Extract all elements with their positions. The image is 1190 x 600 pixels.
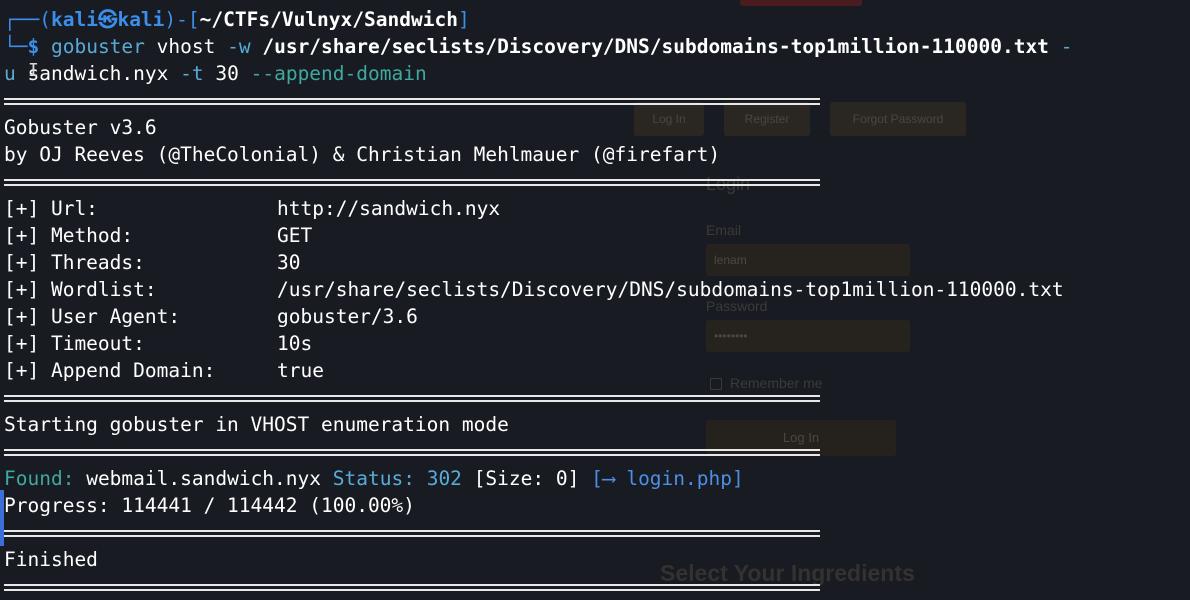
- separator-rule: [4, 98, 820, 105]
- prompt-user: kali: [50, 8, 98, 31]
- text-cursor-icon: I: [28, 60, 39, 81]
- command-wordlist: /usr/share/seclists/Discovery/DNS/subdom…: [262, 35, 1049, 58]
- separator-rule: [4, 395, 820, 402]
- prompt-at-symbol: ㉿: [97, 8, 118, 31]
- config-line-user-agent: [+] User Agent: gobuster/3.6: [4, 303, 418, 330]
- command-line: └─$ gobuster vhost -w /usr/share/seclist…: [4, 33, 1072, 60]
- terminal-output[interactable]: ┌──(kali㉿kali)-[~/CTFs/Vulnyx/Sandwich] …: [0, 0, 1190, 600]
- size-value: [Size: 0]: [473, 467, 580, 490]
- config-value: http://sandwich.nyx: [277, 197, 501, 220]
- config-value: 30: [277, 251, 301, 274]
- command-dash-wrap: -: [1060, 35, 1073, 58]
- status-code: 302: [426, 467, 462, 490]
- command-u-wrap: u: [4, 62, 16, 85]
- screen: Log In Register Forgot Password Login Em…: [0, 0, 1190, 600]
- separator-rule: [4, 449, 820, 456]
- prompt-bracket-open: )-[: [164, 8, 200, 31]
- command-append-domain: --append-domain: [250, 62, 427, 85]
- separator-rule: [4, 179, 820, 186]
- config-value: gobuster/3.6: [277, 305, 418, 328]
- config-line-wordlist: [+] Wordlist: /usr/share/seclists/Discove…: [4, 276, 1064, 303]
- command-flag-w: -w: [227, 35, 251, 58]
- command-url: sandwich.nyx: [27, 62, 169, 85]
- config-key: [+] Append Domain:: [4, 359, 216, 382]
- command-program: gobuster: [50, 35, 145, 58]
- found-host: webmail.sandwich.nyx: [86, 467, 322, 490]
- config-value: true: [277, 359, 324, 382]
- redirect-target: [⟶ login.php]: [591, 467, 744, 490]
- banner-version: Gobuster v3.6: [4, 116, 157, 139]
- prompt-dollar: $: [27, 35, 40, 58]
- config-key: [+] User Agent:: [4, 305, 181, 328]
- found-label: Found:: [4, 467, 75, 490]
- separator-rule: [4, 530, 820, 537]
- config-line-method: [+] Method: GET: [4, 222, 312, 249]
- progress-line: Progress: 114441 / 114442 (100.00%): [4, 494, 415, 517]
- config-key: [+] Threads:: [4, 251, 145, 274]
- prompt-corner-bottom: └─: [4, 35, 28, 58]
- config-key: [+] Url:: [4, 197, 98, 220]
- config-value: /usr/share/seclists/Discovery/DNS/subdom…: [277, 278, 1064, 301]
- prompt-bracket-close: ]: [457, 8, 470, 31]
- found-result-line: Found: webmail.sandwich.nyx Status: 302 …: [4, 465, 744, 492]
- banner-author: by OJ Reeves (@TheColonial) & Christian …: [4, 143, 721, 166]
- prompt-host: kali: [117, 8, 165, 31]
- status-label: Status:: [332, 467, 415, 490]
- config-value: GET: [277, 224, 313, 247]
- command-threads: 30: [215, 62, 239, 85]
- config-key: [+] Timeout:: [4, 332, 145, 355]
- config-line-threads: [+] Threads: 30: [4, 249, 300, 276]
- config-key: [+] Wordlist:: [4, 278, 157, 301]
- config-line-url: [+] Url: http://sandwich.nyx: [4, 195, 500, 222]
- finished-message: Finished: [4, 548, 98, 571]
- command-line-continued: u sandwich.nyx -t 30 --append-domain: [4, 60, 427, 87]
- config-line-append-domain: [+] Append Domain: true: [4, 357, 324, 384]
- prompt-line: ┌──(kali㉿kali)-[~/CTFs/Vulnyx/Sandwich]: [4, 6, 470, 33]
- config-value: 10s: [277, 332, 313, 355]
- start-message: Starting gobuster in VHOST enumeration m…: [4, 413, 509, 436]
- separator-rule: [4, 584, 820, 591]
- config-key: [+] Method:: [4, 224, 134, 247]
- prompt-path: ~/CTFs/Vulnyx/Sandwich: [199, 8, 458, 31]
- prompt-corner-top: ┌──(: [4, 8, 51, 31]
- command-flag-t: -t: [180, 62, 204, 85]
- command-mode: vhost: [156, 35, 216, 58]
- config-line-timeout: [+] Timeout: 10s: [4, 330, 312, 357]
